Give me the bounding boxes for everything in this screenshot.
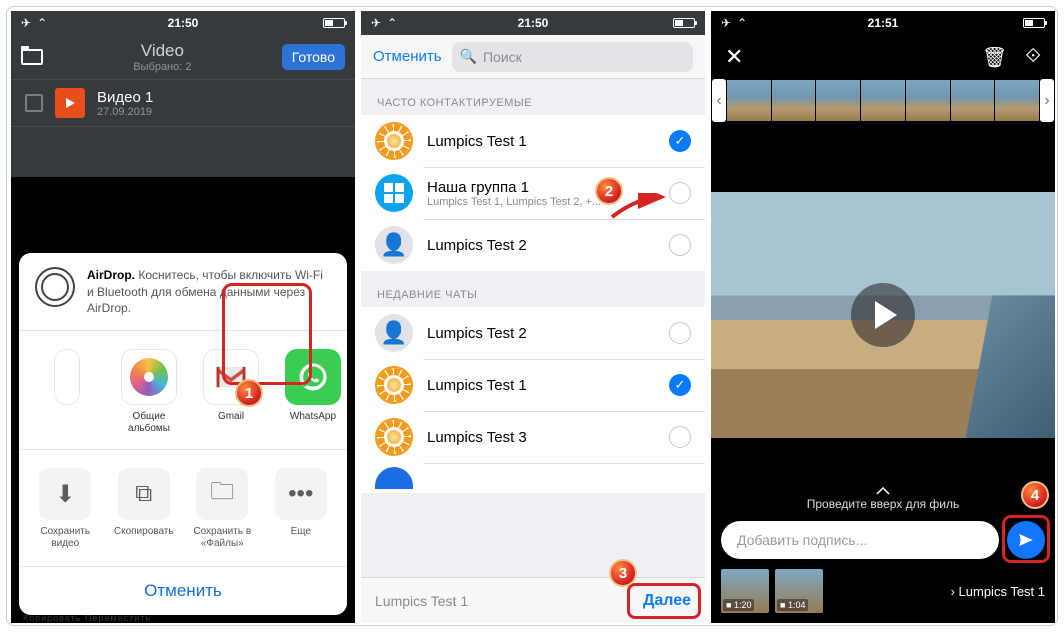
search-icon: 🔍 <box>460 48 477 65</box>
checkbox-checked-icon[interactable]: ✓ <box>669 374 691 396</box>
more-icon: ••• <box>275 468 327 520</box>
close-icon[interactable]: ✕ <box>725 44 743 70</box>
section-recent-header: НЕДАВНИЕ ЧАТЫ <box>361 271 705 307</box>
selection-count: Выбрано: 2 <box>133 61 191 73</box>
contact-name: Lumpics Test 2 <box>427 237 655 254</box>
status-time: 21:50 <box>441 16 625 30</box>
avatar <box>375 122 413 160</box>
contact-name: Lumpics Test 2 <box>427 325 655 342</box>
status-time: 21:51 <box>791 16 975 30</box>
avatar <box>375 366 413 404</box>
status-bar: ✈︎ ⌃ 21:51 <box>711 11 1055 35</box>
checkbox-unchecked-icon[interactable] <box>669 182 691 204</box>
footer-bar: Lumpics Test 1 Далее <box>361 577 705 623</box>
trim-handle-right[interactable]: › <box>1040 79 1054 122</box>
search-placeholder: Поиск <box>483 49 522 65</box>
contact-row[interactable]: 👤 Lumpics Test 2 <box>361 219 705 271</box>
send-button[interactable] <box>1007 521 1045 559</box>
battery-icon <box>1023 18 1045 28</box>
annotation-badge-3: 3 <box>609 559 637 587</box>
wifi-icon: ⌃ <box>737 16 747 30</box>
action-copy[interactable]: ⧉Скопировать <box>108 468 181 550</box>
battery-icon <box>323 18 345 28</box>
folder-save-icon: 🗀 <box>196 468 248 520</box>
wifi-icon: ⌃ <box>387 16 397 30</box>
trim-handle-left[interactable]: ‹ <box>712 79 726 122</box>
media-thumb: ■ 1:04 <box>775 569 823 613</box>
airdrop-row[interactable]: AirDrop. Коснитесь, чтобы включить Wi-Fi… <box>19 253 347 331</box>
checkbox[interactable] <box>25 94 43 112</box>
video-date: 27.09.2019 <box>97 106 153 118</box>
video-preview[interactable] <box>711 192 1055 438</box>
airdrop-icon <box>35 267 75 307</box>
status-bar: ✈︎ ⌃ 21:50 <box>361 11 705 35</box>
video-name: Видео 1 <box>97 89 153 106</box>
annotation-badge-1: 1 <box>235 379 263 407</box>
airdrop-bold: AirDrop. <box>87 268 135 282</box>
contact-name: Lumpics Test 1 <box>427 133 655 150</box>
contact-name: Lumpics Test 1 <box>427 377 655 394</box>
contact-row[interactable]: Lumpics Test 3 <box>361 411 705 463</box>
cancel-button[interactable]: Отменить <box>19 567 347 615</box>
folder-icon[interactable] <box>21 49 43 65</box>
video-thumb-icon <box>55 88 85 118</box>
airplane-icon: ✈︎ <box>721 16 731 30</box>
recipient-chip[interactable]: › Lumpics Test 1 <box>951 584 1045 599</box>
cancel-button[interactable]: Отменить <box>373 48 442 65</box>
selected-label: Lumpics Test 1 <box>375 593 468 609</box>
share-app-partial-left[interactable] <box>29 349 105 435</box>
done-button[interactable]: Готово <box>282 44 345 70</box>
avatar <box>375 418 413 456</box>
avatar <box>375 467 413 489</box>
checkbox-unchecked-icon[interactable] <box>669 322 691 344</box>
contact-name: Lumpics Test 3 <box>427 429 655 446</box>
avatar: 👤 <box>375 314 413 352</box>
airplane-icon: ✈︎ <box>21 16 31 30</box>
camcorder-icon: ■ <box>726 600 731 610</box>
battery-icon <box>673 18 695 28</box>
airplane-icon: ✈︎ <box>371 16 381 30</box>
action-more[interactable]: •••Еще <box>265 468 338 550</box>
video-list-item[interactable]: Видео 1 27.09.2019 <box>11 79 355 127</box>
checkbox-unchecked-icon[interactable] <box>669 234 691 256</box>
contact-row[interactable]: 👤 Lumpics Test 2 <box>361 307 705 359</box>
video-trim-strip[interactable]: ‹ › <box>711 79 1055 122</box>
page-title: Video <box>133 41 191 61</box>
status-bar: ✈︎ ⌃ 21:50 <box>11 11 355 35</box>
annotation-badge-4: 4 <box>1021 481 1049 509</box>
next-button[interactable]: Далее <box>643 592 691 610</box>
checkbox-checked-icon[interactable]: ✓ <box>669 130 691 152</box>
share-app-photos[interactable]: Общие альбомы <box>111 349 187 435</box>
copy-icon: ⧉ <box>118 468 170 520</box>
status-time: 21:50 <box>91 16 275 30</box>
share-app-whatsapp[interactable]: WhatsApp <box>275 349 347 435</box>
trash-icon[interactable]: 🗑 <box>982 45 1007 70</box>
action-save-video[interactable]: ⬇︎Сохранить видео <box>29 468 102 550</box>
contact-row[interactable]: Lumpics Test 1 ✓ <box>361 115 705 167</box>
checkbox-unchecked-icon[interactable] <box>669 426 691 448</box>
wifi-icon: ⌃ <box>37 16 47 30</box>
whatsapp-icon <box>285 349 341 405</box>
swipe-up-hint: Проведите вверх для филь <box>721 487 1045 515</box>
photos-icon <box>121 349 177 405</box>
contact-row[interactable]: Lumpics Test 1 ✓ <box>361 359 705 411</box>
section-frequent-header: ЧАСТО КОНТАКТИРУЕМЫЕ <box>361 79 705 115</box>
annotation-badge-2: 2 <box>595 177 623 205</box>
avatar: 👤 <box>375 226 413 264</box>
crop-icon[interactable]: ⟐ <box>1025 45 1041 70</box>
play-icon[interactable] <box>851 283 915 347</box>
action-save-files[interactable]: 🗀Сохранить в «Файлы» <box>186 468 259 550</box>
download-icon: ⬇︎ <box>39 468 91 520</box>
share-sheet: AirDrop. Коснитесь, чтобы включить Wi-Fi… <box>19 253 347 615</box>
media-thumb[interactable]: ■ 1:20 <box>721 569 769 613</box>
avatar <box>375 174 413 212</box>
search-input[interactable]: 🔍 Поиск <box>452 42 693 72</box>
camcorder-icon: ■ <box>780 600 785 610</box>
caption-placeholder: Добавить подпись... <box>737 532 867 548</box>
caption-input[interactable]: Добавить подпись... <box>721 521 999 559</box>
contact-row-partial[interactable] <box>361 463 705 493</box>
